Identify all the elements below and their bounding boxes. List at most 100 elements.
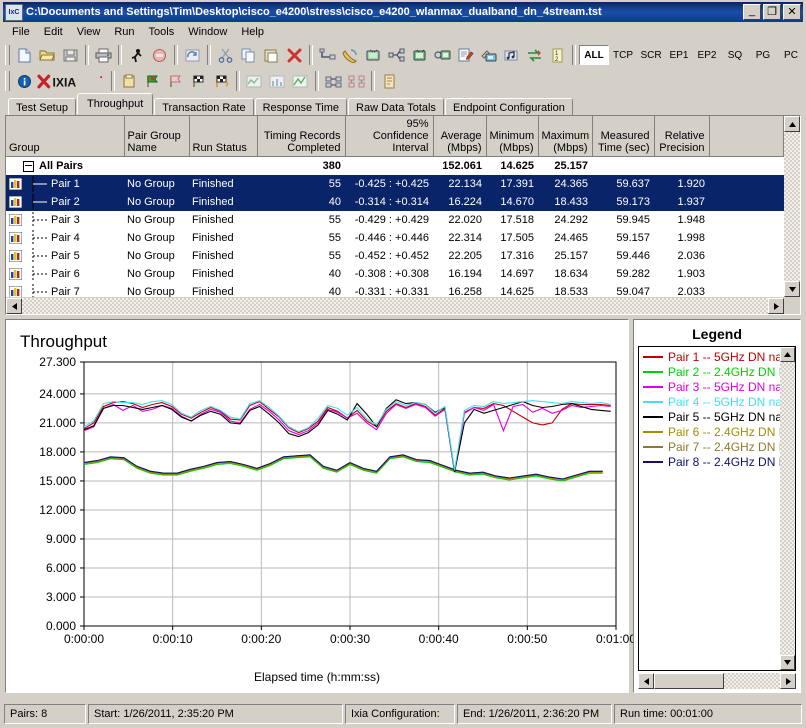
tab-throughput[interactable]: Throughput: [76, 93, 154, 115]
filter-tcp-button[interactable]: TCP: [609, 46, 637, 64]
throughput-chart-button[interactable]: [243, 70, 266, 92]
menu-view[interactable]: View: [70, 24, 108, 40]
legend-vertical-scrollbar[interactable]: [780, 347, 795, 670]
add-video-multicast-button[interactable]: [408, 44, 431, 66]
filter-all-button[interactable]: ALL: [579, 45, 609, 65]
col-measured-time[interactable]: Measured Time (sec): [592, 116, 655, 157]
pause-flag-button[interactable]: [164, 70, 187, 92]
scroll-up-button[interactable]: [784, 116, 800, 132]
group-compare-button[interactable]: [345, 70, 368, 92]
legend-scroll-track[interactable]: [780, 362, 795, 655]
legend-scroll-track[interactable]: [654, 673, 780, 689]
menu-window[interactable]: Window: [181, 24, 234, 40]
legend-horizontal-scrollbar[interactable]: [638, 673, 796, 689]
col-average[interactable]: Average (Mbps): [433, 116, 487, 157]
add-pair-button[interactable]: [316, 44, 339, 66]
scroll-track[interactable]: [784, 132, 800, 281]
filter-ep2-button[interactable]: EP2: [693, 46, 721, 64]
add-hardware-pair-button[interactable]: [431, 44, 454, 66]
add-video-pair-button[interactable]: [362, 44, 385, 66]
menu-run[interactable]: Run: [107, 24, 141, 40]
open-folder-button[interactable]: [36, 44, 59, 66]
menu-tools[interactable]: Tools: [142, 24, 182, 40]
col-confidence-interval[interactable]: 95% Confidence Interval: [345, 116, 434, 157]
info-button[interactable]: [13, 70, 36, 92]
table-row-all-pairs[interactable]: All Pairs 380 152.061 14.625 25.157: [6, 157, 784, 176]
new-document-button[interactable]: [13, 44, 36, 66]
scroll-down-button[interactable]: [784, 281, 800, 297]
run-setup-button[interactable]: [118, 70, 141, 92]
menu-file[interactable]: File: [5, 24, 37, 40]
cut-button[interactable]: [214, 44, 237, 66]
report-button[interactable]: [378, 70, 401, 92]
table-row[interactable]: Pair 1 No Group Finished 55 -0.425 : +0.425 2…: [6, 175, 784, 193]
add-voip-pair-button[interactable]: [339, 44, 362, 66]
throughput-chart-panel[interactable]: Throughput Mbps Elapsed time (h:mm:ss) 0…: [5, 319, 636, 693]
edit-video-button[interactable]: [477, 44, 500, 66]
collapse-expander[interactable]: [23, 160, 34, 172]
col-group[interactable]: Group: [6, 116, 125, 157]
table-row[interactable]: Pair 5 No Group Finished 55 -0.452 : +0.452 2…: [6, 247, 784, 265]
col-maximum[interactable]: Maximum (Mbps): [538, 116, 593, 157]
pair-compare-button[interactable]: [322, 70, 345, 92]
table-row[interactable]: Pair 6 No Group Finished 40 -0.308 : +0.308 1…: [6, 265, 784, 283]
copy-button[interactable]: [237, 44, 260, 66]
save-button[interactable]: [59, 44, 82, 66]
legend-scroll-thumb[interactable]: [654, 673, 724, 689]
print-button[interactable]: [92, 44, 115, 66]
toolbar-grip[interactable]: [5, 45, 10, 65]
legend-scroll-right-button[interactable]: [780, 673, 796, 689]
filter-ep1-button[interactable]: EP1: [665, 46, 693, 64]
refresh-button[interactable]: [181, 44, 204, 66]
col-minimum[interactable]: Minimum (Mbps): [486, 116, 539, 157]
legend-item[interactable]: Pair 4 -- 5GHz DN naste: [643, 394, 780, 409]
filter-scr-button[interactable]: SCR: [637, 46, 665, 64]
filter-sq-button[interactable]: SQ: [721, 46, 749, 64]
ixia-logo-button[interactable]: IXIA: [36, 70, 108, 92]
legend-item[interactable]: Pair 1 -- 5GHz DN naste: [643, 349, 780, 364]
table-row[interactable]: Pair 4 No Group Finished 55 -0.446 : +0.446 2…: [6, 229, 784, 247]
col-relative-precision[interactable]: Relative Precision: [654, 116, 710, 157]
run-button[interactable]: [125, 44, 148, 66]
delete-button[interactable]: [283, 44, 306, 66]
filter-pc-button[interactable]: PC: [777, 46, 805, 64]
menu-edit[interactable]: Edit: [37, 24, 70, 40]
transaction-chart-button[interactable]: [266, 70, 289, 92]
stop-button[interactable]: [148, 44, 171, 66]
legend-item[interactable]: Pair 3 -- 5GHz DN naste: [643, 379, 780, 394]
table-row[interactable]: Pair 7 No Group Finished 40 -0.331 : +0.331 1…: [6, 283, 784, 297]
legend-item[interactable]: Pair 8 -- 2.4GHz DN DA: [643, 454, 780, 469]
legend-scroll-up-button[interactable]: [780, 347, 795, 362]
table-row[interactable]: Pair 2 No Group Finished 40 -0.314 : +0.314 1…: [6, 193, 784, 211]
close-button[interactable]: ✕: [783, 4, 801, 20]
response-chart-button[interactable]: [289, 70, 312, 92]
swap-endpoints-button[interactable]: [523, 44, 546, 66]
maximize-button[interactable]: ❐: [763, 4, 781, 20]
add-multicast-group-button[interactable]: [385, 44, 408, 66]
checkered-flag-button[interactable]: [187, 70, 210, 92]
start-flag-button[interactable]: [141, 70, 164, 92]
col-run-status[interactable]: Run Status: [189, 116, 258, 157]
col-pair-group-name[interactable]: Pair Group Name: [124, 116, 190, 157]
edit-audio-button[interactable]: [500, 44, 523, 66]
legend-scroll-left-button[interactable]: [638, 673, 654, 689]
number-pairs-button[interactable]: 1 2: [546, 44, 569, 66]
minimize-button[interactable]: _: [743, 4, 761, 20]
legend-item[interactable]: Pair 2 -- 2.4GHz DN DA: [643, 364, 780, 379]
finish-flag-button[interactable]: [210, 70, 233, 92]
table-horizontal-scrollbar[interactable]: [6, 297, 800, 314]
legend-item[interactable]: Pair 5 -- 5GHz DN naste: [643, 409, 780, 424]
legend-item[interactable]: Pair 7 -- 2.4GHz DN DA: [643, 439, 780, 454]
edit-pair-button[interactable]: [454, 44, 477, 66]
scroll-left-button[interactable]: [6, 298, 22, 314]
scroll-right-button[interactable]: [768, 298, 784, 314]
toolbar-grip[interactable]: [5, 71, 10, 91]
legend-item[interactable]: Pair 6 -- 2.4GHz DN DA: [643, 424, 780, 439]
table-vertical-scrollbar[interactable]: [784, 116, 800, 297]
paste-button[interactable]: [260, 44, 283, 66]
table-row[interactable]: Pair 3 No Group Finished 55 -0.429 : +0.429 2…: [6, 211, 784, 229]
col-timing-records[interactable]: Timing Records Completed: [257, 116, 346, 157]
filter-pg-button[interactable]: PG: [749, 46, 777, 64]
legend-scroll-down-button[interactable]: [780, 655, 795, 670]
menu-help[interactable]: Help: [234, 24, 271, 40]
